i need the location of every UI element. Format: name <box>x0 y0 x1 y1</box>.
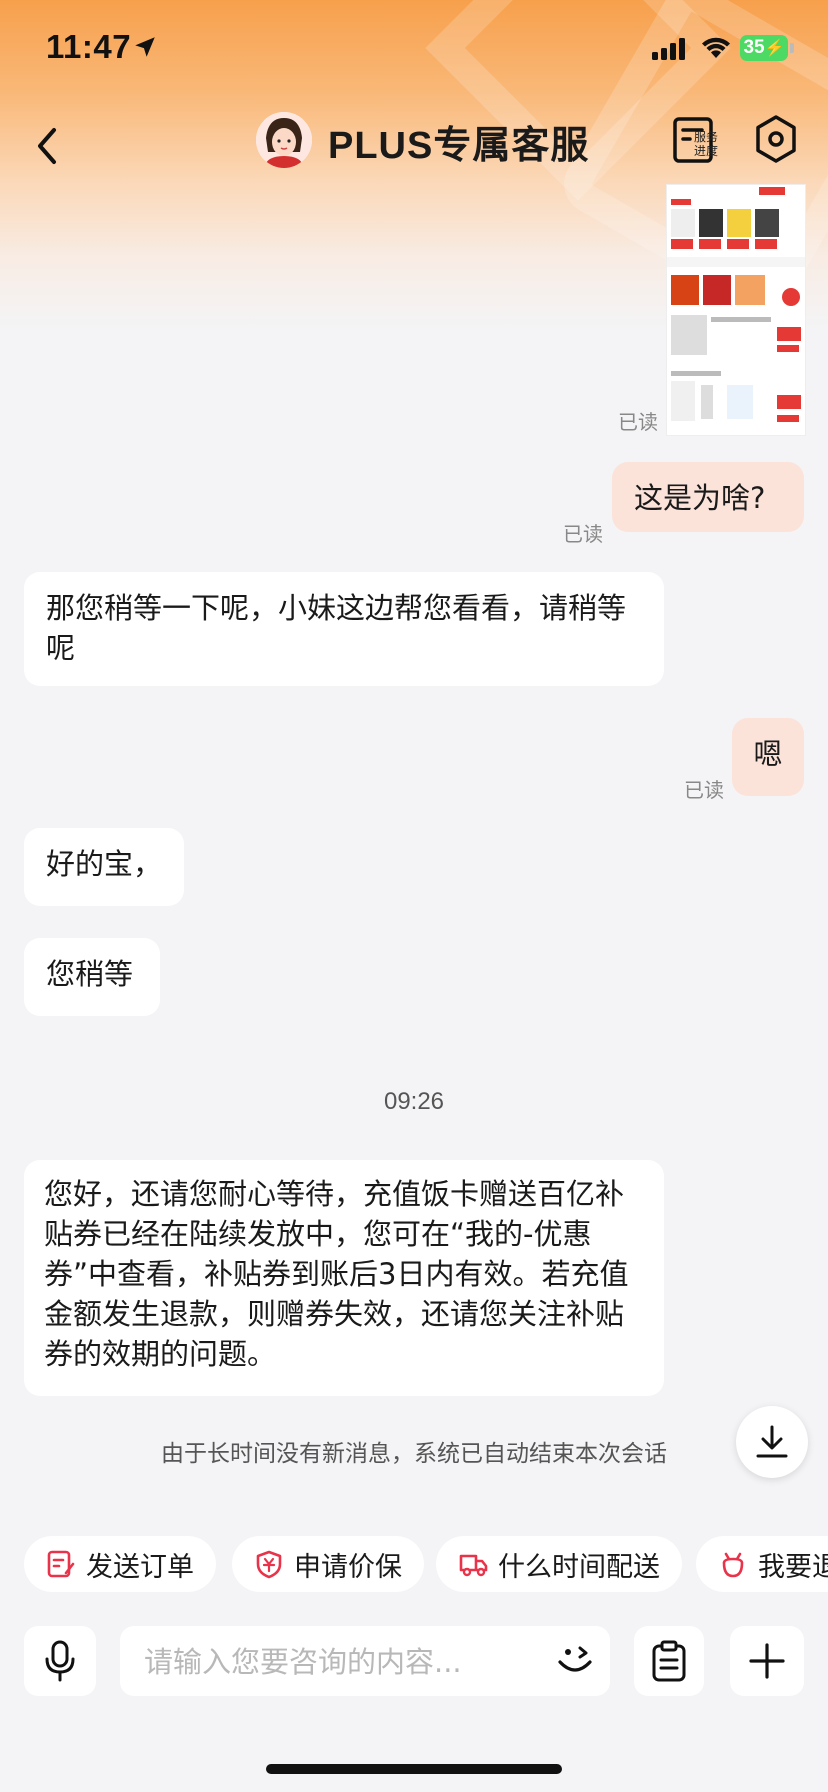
chip-label: 申请价保 <box>294 1551 402 1583</box>
read-status: 已读 <box>563 522 603 546</box>
price-protect-icon <box>256 1550 282 1579</box>
battery-level: 35 <box>743 37 765 58</box>
quick-actions-bar: 发送订单 申请价保 什么时间配送 我要退 <box>0 1536 828 1600</box>
scroll-to-bottom-button[interactable] <box>736 1406 808 1478</box>
location-arrow-icon <box>135 37 155 57</box>
status-bar: 11:47 35 ⚡ <box>0 0 828 100</box>
agent-avatar[interactable] <box>256 112 312 168</box>
message-input-container <box>120 1626 610 1696</box>
clipboard-button[interactable] <box>634 1626 704 1696</box>
agent-avatar-icon <box>256 112 312 168</box>
settings-hexagon-icon[interactable] <box>754 114 798 164</box>
input-bar <box>0 1622 828 1698</box>
back-button[interactable] <box>28 116 68 176</box>
screenshot-thumbnail-graphic <box>667 185 805 422</box>
chat-area[interactable]: 已读 这是为啥? 已读 那您稍等一下呢，小妹这边帮您看看，请稍等呢 嗯 已读 好… <box>0 180 828 1510</box>
download-arrow-icon <box>756 1425 788 1458</box>
chip-label: 什么时间配送 <box>498 1551 660 1583</box>
my-message-bubble[interactable]: 嗯 <box>732 718 804 796</box>
read-status: 已读 <box>684 778 724 802</box>
return-icon <box>722 1552 744 1578</box>
price-protect-chip[interactable]: 申请价保 <box>232 1536 424 1592</box>
wifi-icon <box>702 37 730 58</box>
chip-label: 我要退 <box>758 1551 828 1583</box>
sent-screenshot-image[interactable] <box>666 184 806 436</box>
my-message-bubble[interactable]: 这是为啥? <box>612 462 804 532</box>
agent-message-bubble[interactable]: 您稍等 <box>24 938 160 1016</box>
message-input[interactable] <box>142 1638 536 1686</box>
page-title: PLUS专属客服 <box>328 125 590 167</box>
battery-cap <box>790 43 794 53</box>
battery-indicator: 35 ⚡ <box>740 35 788 61</box>
voice-input-button[interactable] <box>24 1626 96 1696</box>
delivery-time-chip[interactable]: 什么时间配送 <box>436 1536 682 1592</box>
plus-icon <box>749 1643 785 1679</box>
emoji-icon[interactable] <box>552 1638 598 1684</box>
time-divider: 09:26 <box>383 1088 445 1115</box>
status-time: 11:47 <box>46 28 132 65</box>
agent-message-bubble[interactable]: 您好，还请您耐心等待，充值饭卡赠送百亿补贴券已经在陆续发放中，您可在“我的-优惠… <box>24 1160 664 1396</box>
home-indicator[interactable] <box>266 1764 562 1774</box>
agent-message-bubble[interactable]: 好的宝， <box>24 828 184 906</box>
agent-message-bubble[interactable]: 那您稍等一下呢，小妹这边帮您看看，请稍等呢 <box>24 572 664 686</box>
more-options-button[interactable] <box>730 1626 804 1696</box>
clipboard-icon <box>652 1640 686 1682</box>
system-notice: 由于长时间没有新消息，系统已自动结束本次会话 <box>161 1441 667 1467</box>
order-icon <box>47 1550 75 1578</box>
microphone-icon <box>45 1640 75 1682</box>
read-status: 已读 <box>618 410 658 434</box>
delivery-truck-icon <box>459 1554 488 1577</box>
return-chip[interactable]: 我要退 <box>696 1536 828 1592</box>
send-order-chip[interactable]: 发送订单 <box>24 1536 216 1592</box>
service-progress-label: 服务进度 <box>694 130 719 158</box>
chip-label: 发送订单 <box>86 1551 194 1583</box>
signal-icon <box>652 38 685 60</box>
